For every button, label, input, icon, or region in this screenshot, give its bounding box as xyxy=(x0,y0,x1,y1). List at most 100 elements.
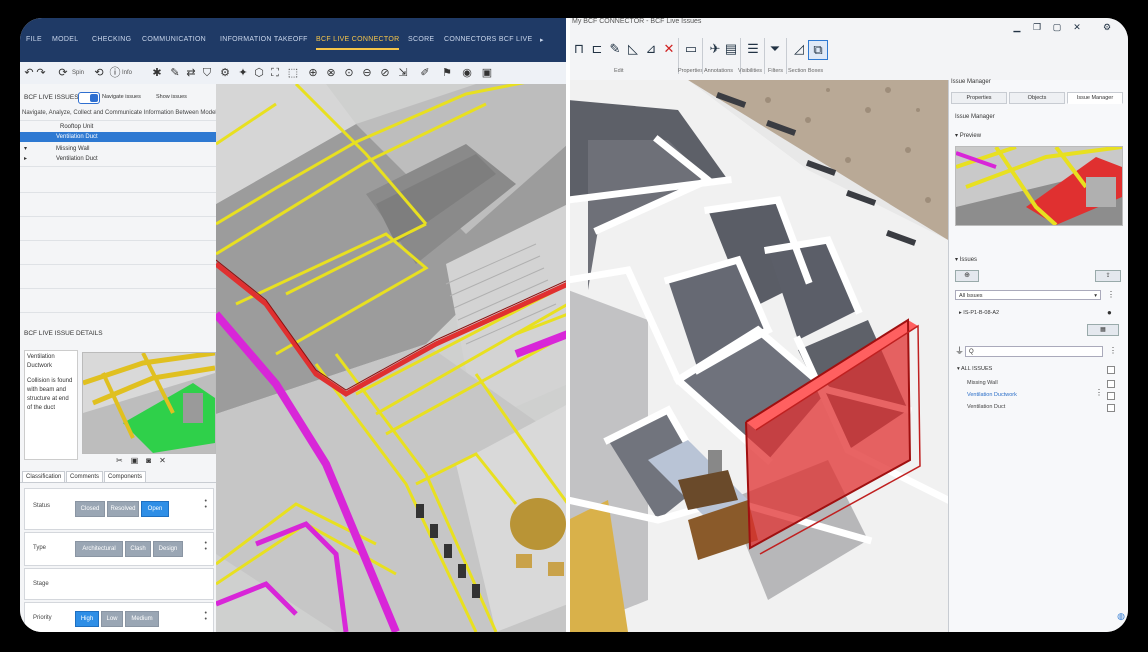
zoom-fit-icon[interactable]: ⊙ xyxy=(342,66,356,80)
priority-stepper[interactable]: • • xyxy=(205,610,207,623)
preview-image[interactable] xyxy=(955,146,1123,226)
model-3d-viewport[interactable] xyxy=(212,72,568,632)
list-item[interactable]: ▸ Ventilation Duct xyxy=(20,154,216,164)
tab-connectors-bcf-live[interactable]: CONNECTORS BCF LIVE xyxy=(444,36,532,43)
expand-icon[interactable]: ▾ xyxy=(24,144,27,154)
shield-icon[interactable]: ⛉ xyxy=(200,66,214,80)
sync-icon[interactable]: ⇄ xyxy=(184,66,198,80)
triangle-icon[interactable]: ◺ xyxy=(624,40,642,58)
drag-handle-icon[interactable]: ⋮ xyxy=(1095,388,1103,397)
info-icon[interactable]: ⓘ xyxy=(108,66,122,80)
restore-icon[interactable]: ❐ xyxy=(1028,18,1046,36)
tab-file[interactable]: FILE xyxy=(26,36,42,43)
add-issue-button[interactable]: ⊕ xyxy=(955,270,979,282)
arrow-icon[interactable]: ⇲ xyxy=(396,66,410,80)
export-button[interactable]: ⇪ xyxy=(1095,270,1121,282)
priority-medium-button[interactable]: Medium xyxy=(125,611,159,627)
zoom-select-icon[interactable]: ⊘ xyxy=(378,66,392,80)
more-options-icon[interactable]: ⋮ xyxy=(1107,290,1115,299)
help-icon[interactable]: ◍ xyxy=(1117,611,1125,622)
issue-filter-select[interactable]: All Issues ▾ xyxy=(955,290,1101,300)
image-icon[interactable]: ▣ xyxy=(131,456,147,465)
tab-objects[interactable]: Objects xyxy=(1009,92,1065,104)
issue-snapshot[interactable] xyxy=(82,352,216,454)
list-item[interactable]: Rooftop Unit xyxy=(20,122,216,132)
priority-high-button[interactable]: High xyxy=(75,611,99,627)
issue-list-item[interactable]: Missing Wall xyxy=(967,380,998,386)
delete-icon[interactable]: ✕ xyxy=(660,40,678,58)
issues-toggle[interactable] xyxy=(78,92,100,104)
issue-group[interactable]: ▾ ALL ISSUES xyxy=(957,366,992,372)
tab-information-takeoff[interactable]: INFORMATION TAKEOFF xyxy=(220,36,308,43)
status-closed-button[interactable]: Closed xyxy=(75,501,105,517)
issue-list-item-selected[interactable]: Ventilation Ductwork xyxy=(967,392,1017,398)
filter-funnel-icon[interactable]: ⏚ xyxy=(955,344,964,357)
clash-icon[interactable]: ⊓ xyxy=(570,40,588,58)
zoom-in-icon[interactable]: ⊕ xyxy=(306,66,320,80)
rotate-icon[interactable]: ⟳ xyxy=(56,66,70,80)
issue-checkbox[interactable] xyxy=(1107,404,1115,412)
minimize-icon[interactable]: ▁ xyxy=(1008,18,1026,36)
status-resolved-button[interactable]: Resolved xyxy=(107,501,139,517)
issue-list-item[interactable]: Ventilation Duct xyxy=(967,404,1005,410)
issue-checkbox[interactable] xyxy=(1107,392,1115,400)
zoom-window-icon[interactable]: ⊗ xyxy=(324,66,338,80)
show-issues-option[interactable]: Show issues xyxy=(156,94,187,100)
close-icon[interactable]: ✕ xyxy=(1068,18,1086,36)
pen-icon[interactable]: ✐ xyxy=(418,66,432,80)
settings-icon[interactable]: ✱ xyxy=(150,66,164,80)
cube-icon[interactable]: ⬡ xyxy=(252,66,266,80)
model-3d-viewport-right[interactable] xyxy=(568,80,953,632)
issue-id[interactable]: ▸ IS-P1-B-08-A2 xyxy=(959,310,999,316)
tab-components[interactable]: Components xyxy=(104,471,147,483)
more-options-icon[interactable]: ⋮ xyxy=(1109,346,1117,355)
type-design-button[interactable]: Design xyxy=(153,541,183,557)
visibility-icon[interactable]: ☰ xyxy=(744,40,762,58)
list-item-selected[interactable]: Ventilation Duct xyxy=(20,132,216,142)
pin-icon[interactable]: ✦ xyxy=(236,66,250,80)
group-checkbox[interactable] xyxy=(1107,366,1115,374)
section-plane-icon[interactable]: ⧉ xyxy=(808,40,828,60)
tab-score[interactable]: SCORE xyxy=(408,36,434,43)
section-box-icon[interactable]: ◿ xyxy=(790,40,808,58)
screenshot-icon[interactable]: ▣ xyxy=(480,66,494,80)
delete-icon[interactable]: ✕ xyxy=(159,456,174,465)
expand-icon[interactable]: ▸ xyxy=(24,154,27,164)
camera-icon[interactable]: ◉ xyxy=(460,66,474,80)
comment-icon[interactable]: ▤ xyxy=(722,40,740,58)
gear-icon[interactable]: ⚙ xyxy=(218,66,232,80)
tab-communication[interactable]: COMMUNICATION xyxy=(142,36,206,43)
filter-icon[interactable]: ⏷ xyxy=(766,40,784,58)
tab-properties[interactable]: Properties xyxy=(951,92,1007,104)
redo-icon[interactable]: ↷ xyxy=(34,66,48,80)
tools-icon[interactable]: ✂ xyxy=(116,456,131,465)
properties-icon[interactable]: ▭ xyxy=(682,40,700,58)
color-dot-icon[interactable]: ● xyxy=(1107,308,1112,317)
apply-button[interactable]: ▦ xyxy=(1087,324,1119,336)
zoom-out-icon[interactable]: ⊖ xyxy=(360,66,374,80)
tab-issue-manager[interactable]: Issue Manager xyxy=(1067,92,1123,104)
type-architectural-button[interactable]: Architectural xyxy=(75,541,123,557)
orbit-icon[interactable]: ⟲ xyxy=(92,66,106,80)
tab-bcf-live-connector[interactable]: BCF LIVE CONNECTOR xyxy=(316,36,400,50)
markup-icon[interactable]: ✎ xyxy=(168,66,182,80)
navigate-issues-option[interactable]: Navigate issues xyxy=(102,94,141,100)
list-item[interactable]: ▾ Missing Wall xyxy=(20,144,216,154)
measure-icon[interactable]: ⚑ xyxy=(440,66,454,80)
type-clash-button[interactable]: Clash xyxy=(125,541,151,557)
priority-low-button[interactable]: Low xyxy=(101,611,123,627)
camera-icon[interactable]: ◙ xyxy=(146,456,159,465)
status-stepper[interactable]: • • xyxy=(205,498,207,511)
maximize-icon[interactable]: ▢ xyxy=(1048,18,1066,36)
markup-icon[interactable]: ⊿ xyxy=(642,40,660,58)
tab-classification[interactable]: Classification xyxy=(22,471,66,483)
plan-icon[interactable]: ⊏ xyxy=(588,40,606,58)
tab-model[interactable]: MODEL xyxy=(52,36,78,43)
settings-icon[interactable]: ⚙ xyxy=(1098,18,1116,36)
issue-checkbox[interactable] xyxy=(1107,380,1115,388)
tab-comments[interactable]: Comments xyxy=(66,471,104,483)
type-stepper[interactable]: • • xyxy=(205,540,207,553)
walk-icon[interactable]: ⛶ xyxy=(268,66,282,80)
issue-search-input[interactable]: Q xyxy=(965,346,1103,357)
tab-overflow-arrow[interactable]: ▸ xyxy=(540,36,544,44)
